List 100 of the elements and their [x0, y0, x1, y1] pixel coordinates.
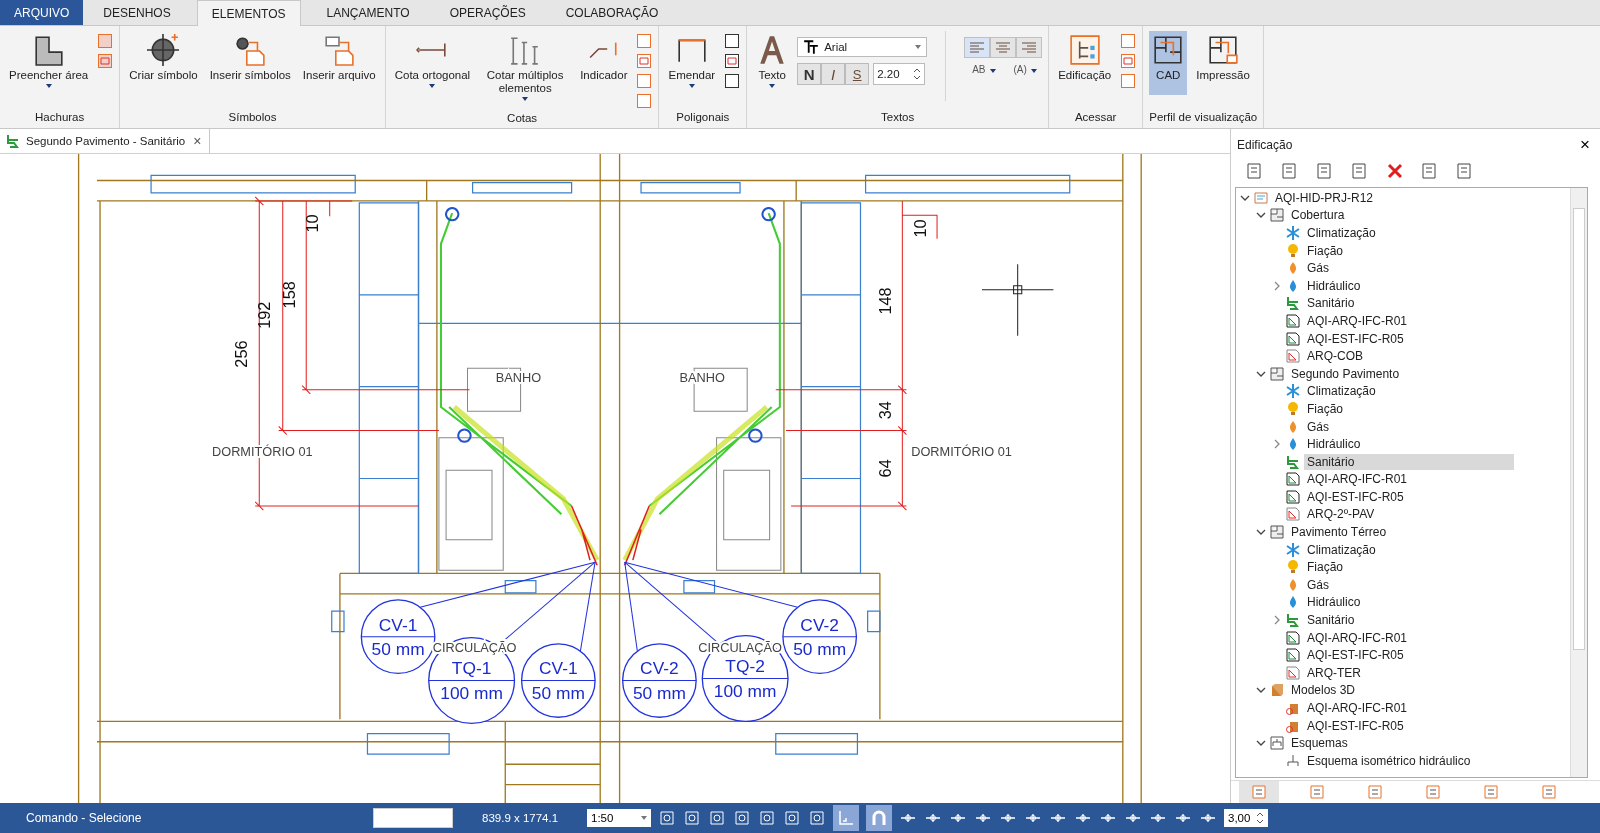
dimension-value: 10: [910, 219, 929, 238]
ribbon-button[interactable]: Criar símbolo: [126, 31, 201, 95]
tree-item[interactable]: AQI-EST-IFC-R05: [1304, 330, 1407, 347]
size-field[interactable]: 2.20: [873, 63, 926, 85]
floor-plan-icon: [1270, 208, 1284, 223]
menu-tab[interactable]: ELEMENTOS: [196, 0, 301, 26]
ribbon-button[interactable]: Inserir símbolos: [206, 31, 294, 95]
expand-chevron-icon[interactable]: [1272, 280, 1282, 291]
tree-item[interactable]: AQI-ARQ-IFC-R01: [1304, 700, 1410, 716]
expand-chevron-icon[interactable]: [1272, 439, 1282, 450]
tree-item[interactable]: AQI-ARQ-IFC-R01: [1304, 629, 1410, 646]
polyline-node-icon[interactable]: [724, 33, 741, 49]
tree-item[interactable]: Gás: [1304, 260, 1332, 277]
polyline-node-icon[interactable]: [724, 53, 741, 69]
pipe-tag-code: CV-2: [640, 658, 679, 679]
tree-item[interactable]: AQI-ARQ-IFC-R01: [1304, 312, 1410, 329]
align-button[interactable]: [964, 37, 991, 58]
caret-icon: [429, 84, 436, 88]
toilet-icon: [6, 134, 20, 148]
tree-item[interactable]: Fiação: [1304, 559, 1347, 576]
diagram-icon: [1270, 736, 1284, 751]
tree-item[interactable]: Gás: [1304, 418, 1332, 435]
polyline-node-icon[interactable]: [724, 73, 741, 89]
tree-item[interactable]: Sanitário: [1304, 612, 1358, 629]
ribbon-button[interactable]: Inserir arquivo: [299, 31, 379, 95]
scrollbar[interactable]: [1570, 188, 1587, 777]
close-button[interactable]: ×: [1578, 135, 1592, 155]
tree-item[interactable]: Pavimento Térreo: [1288, 524, 1390, 541]
command-input[interactable]: [373, 808, 453, 828]
tree-item[interactable]: Hidráulico: [1304, 594, 1364, 611]
tree-item[interactable]: AQI-EST-IFC-R05: [1304, 647, 1407, 664]
floor-plan-icon: [1152, 34, 1185, 66]
tree-item[interactable]: AQI-EST-IFC-R05: [1304, 717, 1407, 734]
format-button[interactable]: I: [821, 63, 846, 85]
ribbon-button[interactable]: Indicador: [577, 31, 631, 95]
style-dropdown[interactable]: AB: [972, 64, 996, 75]
panel-tab[interactable]: [1239, 781, 1279, 803]
document-tab[interactable]: Segundo Pavimento - Sanitário ×: [0, 129, 211, 153]
hatch-square-icon[interactable]: [97, 33, 114, 49]
pipe-tag-code: CV-1: [539, 658, 578, 679]
align-button[interactable]: [990, 37, 1017, 58]
group-title: Textos: [880, 110, 916, 125]
menu-tab[interactable]: DESENHOS: [89, 0, 185, 25]
ribbon-button[interactable]: Edificação: [1055, 31, 1115, 95]
delete-icon[interactable]: [1385, 161, 1405, 181]
group-title: Cotas: [506, 111, 539, 126]
tree-item[interactable]: Sanitário: [1304, 453, 1515, 470]
ortho-toggle[interactable]: [833, 805, 859, 831]
tree-item[interactable]: Esquemas: [1288, 735, 1351, 752]
ribbon-button[interactable]: Cotar múltiplos elementos: [479, 31, 572, 104]
tree-item[interactable]: Hidráulico: [1304, 277, 1364, 294]
tree-item[interactable]: AQI-HID-PRJ-R12: [1272, 189, 1376, 206]
style-dropdown[interactable]: (A): [1013, 64, 1037, 75]
tree-item[interactable]: Climatização: [1304, 541, 1379, 558]
font-dropdown[interactable]: Arial: [797, 37, 928, 57]
tree-item[interactable]: Cobertura: [1288, 207, 1348, 224]
ribbon-button[interactable]: Cota ortogonal: [391, 31, 474, 95]
tree-item[interactable]: Segundo Pavimento: [1288, 365, 1403, 382]
pipe-tag-code: TQ-2: [725, 656, 765, 677]
tree-item[interactable]: Gás: [1304, 576, 1332, 593]
expand-chevron-icon[interactable]: [1272, 615, 1282, 626]
box-icon: [1286, 701, 1300, 715]
close-button[interactable]: ×: [191, 133, 204, 149]
group-title: Perfil de visualização: [1149, 110, 1258, 125]
dimension-value: 256: [232, 340, 250, 368]
tree-item[interactable]: Hidráulico: [1304, 436, 1364, 453]
font-name: Arial: [824, 41, 849, 53]
file-insert-icon: [323, 34, 356, 66]
ribbon-button[interactable]: Preencher área: [6, 31, 92, 95]
ribbon-button[interactable]: Emendar: [665, 31, 719, 95]
tree-item[interactable]: Esquema isométrico hidráulico: [1304, 752, 1474, 769]
tree-item[interactable]: ARQ-COB: [1304, 348, 1366, 365]
hatch-square-icon[interactable]: [97, 53, 114, 69]
menu-tab[interactable]: LANÇAMENTO: [312, 0, 424, 25]
tree-item[interactable]: Climatização: [1304, 383, 1379, 400]
spinner-icon: [1256, 811, 1264, 825]
menu-tab[interactable]: OPERAÇÕES: [435, 0, 540, 25]
box-icon: [1270, 683, 1284, 698]
tree-item[interactable]: Fiação: [1304, 242, 1347, 259]
ribbon-button[interactable]: Impressão: [1193, 31, 1253, 95]
menu-tab[interactable]: COLABORAÇÃO: [551, 0, 673, 25]
menu-tab[interactable]: ARQUIVO: [0, 0, 84, 25]
triangle-document-icon: [1286, 507, 1300, 522]
snap-toggle[interactable]: [866, 805, 892, 831]
tree-item[interactable]: AQI-EST-IFC-R05: [1304, 488, 1407, 505]
format-button[interactable]: N: [797, 63, 822, 85]
tree-item[interactable]: Fiação: [1304, 400, 1347, 417]
ribbon-button[interactable]: Texto: [753, 31, 792, 95]
step-field[interactable]: 3,00: [1224, 809, 1268, 827]
tree-item[interactable]: Modelos 3D: [1288, 682, 1359, 699]
format-button[interactable]: S: [845, 63, 870, 85]
dimension-value: 10: [303, 214, 322, 233]
tree-item[interactable]: ARQ-2º-PAV: [1304, 506, 1378, 523]
tree-item[interactable]: Sanitário: [1304, 295, 1358, 312]
tree-item[interactable]: AQI-ARQ-IFC-R01: [1304, 471, 1410, 488]
align-button[interactable]: [1016, 37, 1043, 58]
tree-item[interactable]: ARQ-TER: [1304, 664, 1364, 681]
ribbon-button[interactable]: CAD: [1149, 31, 1188, 95]
scale-dropdown[interactable]: 1:50: [587, 809, 651, 827]
tree-item[interactable]: Climatização: [1304, 225, 1379, 241]
